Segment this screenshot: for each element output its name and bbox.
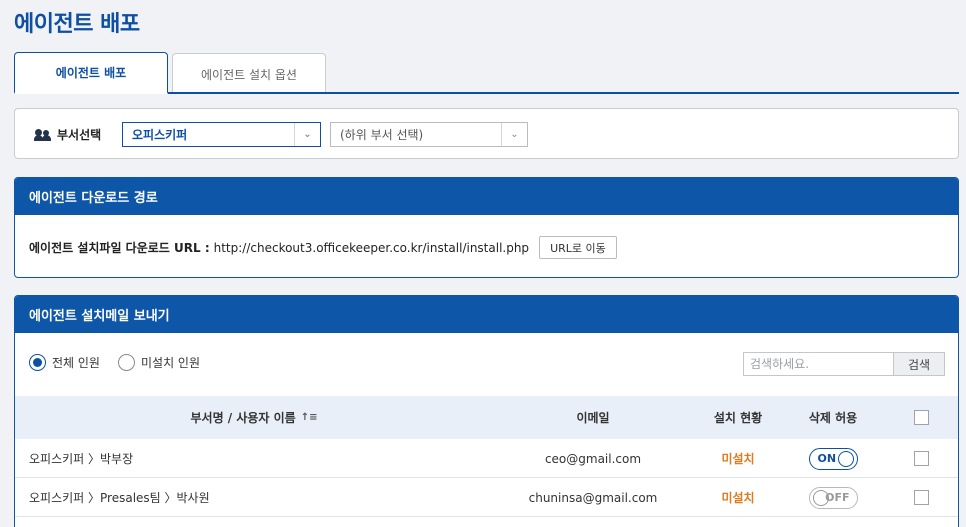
status-badge: 미설치	[721, 452, 755, 466]
column-header-delete: 삭제 허용	[808, 411, 858, 425]
chevron-down-icon: ⌄	[501, 123, 527, 146]
radio-checked-icon	[29, 354, 46, 371]
row-checkbox[interactable]	[914, 451, 929, 466]
radio-not-installed[interactable]: 미설치 인원	[117, 354, 200, 371]
row-status: 미설치	[693, 439, 783, 478]
radio-unchecked-icon	[117, 354, 135, 371]
search-input[interactable]	[743, 352, 894, 376]
page-title: 에이전트 배포	[14, 12, 140, 37]
row-email: ceo@gmail.com	[544, 451, 642, 466]
search-button[interactable]: 검색	[893, 352, 945, 376]
install-mail-header: 에이전트 설치메일 보내기	[15, 296, 958, 333]
delete-allow-toggle[interactable]: ON	[808, 447, 858, 470]
column-header-email: 이메일	[576, 411, 610, 425]
toggle-knob	[837, 450, 854, 467]
toggle-label: OFF	[825, 490, 850, 504]
tab-agent-deploy[interactable]: 에이전트 배포	[14, 52, 168, 94]
row-checkbox-cell	[883, 478, 960, 517]
delete-allow-toggle[interactable]: OFF	[808, 486, 858, 509]
department-label: 부서선택	[57, 128, 102, 142]
column-header-status: 설치 현황	[713, 411, 763, 425]
select-all-checkbox[interactable]	[914, 410, 929, 425]
row-delete-toggle-cell: OFF	[783, 478, 883, 517]
table-row: 오피스키퍼 〉박부장 ceo@gmail.com 미설치 ON	[15, 439, 958, 478]
download-path-panel: 에이전트 다운로드 경로 에이전트 설치파일 다운로드 URL : http:/…	[14, 177, 959, 278]
sort-icon[interactable]: ↑≡	[301, 412, 318, 423]
row-status: 미설치	[693, 478, 783, 517]
install-mail-panel: 에이전트 설치메일 보내기 전체 인원 미설치 인원 검색 부서명 / 사용자 …	[14, 295, 959, 527]
toggle-label: ON	[817, 451, 837, 465]
sub-department-placeholder: (하위 부서 선택)	[340, 128, 424, 142]
table-header: 부서명 / 사용자 이름 ↑≡ 이메일 설치 현황 삭제 허용	[15, 396, 958, 439]
radio-all-users-label: 전체 인원	[52, 356, 100, 370]
department-label-group: 부서선택	[34, 126, 102, 143]
download-url-row: 에이전트 설치파일 다운로드 URL : http://checkout3.of…	[29, 236, 617, 259]
department-selector-panel: 부서선택 오피스키퍼 ⌄ (하위 부서 선택) ⌄	[14, 108, 959, 159]
target-radio-group: 전체 인원 미설치 인원	[29, 354, 218, 371]
table-row: 오피스키퍼 〉Presales팀 〉박사원 chuninsa@gmail.com…	[15, 478, 958, 517]
download-url-label: 에이전트 설치파일 다운로드 URL :	[29, 241, 210, 255]
row-checkbox[interactable]	[914, 490, 929, 505]
department-select[interactable]: 오피스키퍼 ⌄	[122, 122, 321, 147]
column-header-name[interactable]: 부서명 / 사용자 이름 ↑≡	[15, 396, 493, 439]
row-delete-toggle-cell: ON	[783, 439, 883, 478]
go-to-url-button[interactable]: URL로 이동	[539, 236, 617, 259]
status-badge: 미설치	[721, 491, 755, 505]
chevron-down-icon: ⌄	[294, 123, 320, 146]
column-name-label: 부서명 / 사용자 이름	[190, 411, 296, 425]
column-header-select-all	[883, 396, 960, 439]
download-path-header: 에이전트 다운로드 경로	[15, 178, 958, 215]
row-name: 오피스키퍼 〉Presales팀 〉박사원	[29, 491, 210, 505]
sub-department-select[interactable]: (하위 부서 선택) ⌄	[330, 122, 528, 147]
row-email: chuninsa@gmail.com	[528, 490, 658, 505]
download-url-text: http://checkout3.officekeeper.co.kr/inst…	[213, 240, 530, 255]
row-checkbox-cell	[883, 439, 960, 478]
radio-not-installed-label: 미설치 인원	[140, 356, 200, 370]
radio-all-users[interactable]: 전체 인원	[29, 354, 100, 371]
row-name: 오피스키퍼 〉박부장	[29, 452, 134, 466]
department-select-value: 오피스키퍼	[132, 128, 188, 142]
users-icon	[34, 128, 51, 141]
tab-agent-install-options[interactable]: 에이전트 설치 옵션	[172, 53, 326, 94]
